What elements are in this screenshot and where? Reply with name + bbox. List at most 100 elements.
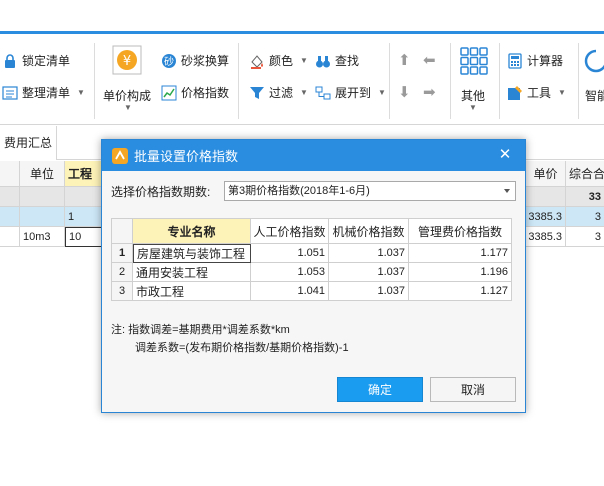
smart-icon [584, 49, 604, 76]
period-label: 选择价格指数期数: [111, 185, 211, 199]
labor-index-cell[interactable]: 1.041 [251, 282, 329, 301]
period-select[interactable]: 第3期价格指数(2018年1-6月) [224, 181, 516, 201]
column-header-management[interactable]: 管理费价格指数 [409, 218, 512, 244]
machine-index-cell[interactable]: 1.037 [329, 282, 409, 301]
discipline-name-cell[interactable]: 通用安装工程 [133, 263, 251, 282]
labor-index-cell[interactable]: 1.051 [251, 244, 329, 263]
formula-note-line-2: 调差系数=(发布期价格指数/基期价格指数)-1 [135, 342, 349, 354]
find-button[interactable]: 查找 [315, 52, 359, 69]
other-label: 其他 [461, 89, 486, 103]
tools-icon [507, 85, 523, 101]
price-index-icon [161, 85, 177, 101]
formula-note-line-1: 注: 指数调差=基期费用*调差系数*km [111, 324, 290, 336]
grid-cell [0, 207, 20, 227]
discipline-name-cell[interactable]: 市政工程 [133, 282, 251, 301]
ribbon-toolbar: 锁定清单 整理清单 ▼ ¥ 单价构成 ▼ 砂 砂浆换算 价格指数 颜色 ▼ 查找… [0, 37, 604, 125]
ok-button[interactable]: 确定 [337, 377, 423, 402]
tools-button[interactable]: 工具 ▼ [507, 84, 566, 101]
arrow-left-icon[interactable]: ⬅ [423, 51, 436, 69]
grid-cell: 3385.3 [526, 227, 566, 247]
management-index-cell[interactable]: 1.127 [409, 282, 512, 301]
dialog-body: 选择价格指数期数: 第3期价格指数(2018年1-6月) 专业名称 人工价格指数… [102, 171, 525, 412]
organize-list-icon [2, 85, 18, 101]
organize-list-button[interactable]: 整理清单 ▼ [2, 84, 85, 101]
cancel-button[interactable]: 取消 [430, 377, 516, 402]
expand-tree-icon [315, 85, 331, 101]
grid-cell: 33 [566, 187, 604, 207]
grid-cell: 10m3 [20, 227, 65, 247]
machine-index-cell[interactable]: 1.037 [329, 263, 409, 282]
header-corner [111, 218, 133, 244]
table-row[interactable]: 1 房屋建筑与装饰工程 1.051 1.037 1.177 [111, 244, 512, 263]
smart-label: 智能 [585, 89, 604, 103]
grid-header-composite[interactable]: 综合合 [566, 161, 604, 187]
management-index-cell[interactable]: 1.177 [409, 244, 512, 263]
close-icon[interactable]: ✕ [497, 147, 513, 163]
calculator-label: 计算器 [527, 54, 564, 68]
expand-to-label: 展开到 [335, 86, 372, 100]
price-index-button[interactable]: 价格指数 [161, 84, 229, 101]
chevron-down-icon: ▼ [558, 88, 566, 97]
mortar-conversion-button[interactable]: 砂 砂浆换算 [161, 52, 229, 69]
expand-to-button[interactable]: 展开到 ▼ [315, 84, 386, 101]
chevron-down-icon: ▼ [300, 88, 308, 97]
color-button[interactable]: 颜色 ▼ [249, 52, 308, 69]
column-header-machine[interactable]: 机械价格指数 [329, 218, 409, 244]
tools-label: 工具 [527, 86, 552, 100]
grid-header-engineering[interactable]: 工程 [65, 161, 105, 187]
smart-button[interactable]: 智能 [582, 43, 604, 113]
grid-cell [20, 207, 65, 227]
price-index-table-header: 专业名称 人工价格指数 机械价格指数 管理费价格指数 [111, 218, 512, 244]
svg-text:¥: ¥ [123, 54, 131, 69]
unit-price-structure-label: 单价构成 [103, 89, 152, 103]
divider [578, 43, 579, 119]
batch-price-index-dialog: 批量设置价格指数 ✕ 选择价格指数期数: 第3期价格指数(2018年1-6月) … [101, 139, 526, 413]
unit-price-structure-button[interactable]: ¥ 单价构成 ▼ [101, 43, 153, 113]
machine-index-cell[interactable]: 1.037 [329, 244, 409, 263]
chevron-down-icon: ▼ [124, 103, 132, 112]
chevron-down-icon: ▼ [300, 56, 308, 65]
organize-list-label: 整理清单 [22, 86, 71, 100]
arrow-right-icon[interactable]: ➡ [423, 83, 436, 101]
filter-button[interactable]: 过滤 ▼ [249, 84, 308, 101]
calculator-icon [507, 52, 523, 69]
grid-cell: 3385.3 [526, 207, 566, 227]
grid-cell [0, 187, 20, 207]
calculator-button[interactable]: 计算器 [507, 52, 563, 69]
grid-header-unit[interactable]: 单位 [20, 161, 65, 187]
chevron-down-icon: ▼ [77, 88, 85, 97]
arrow-up-icon[interactable]: ⬆ [398, 51, 411, 69]
paint-bucket-icon [249, 53, 265, 69]
mortar-conversion-label: 砂浆换算 [181, 54, 230, 68]
lock-icon [2, 53, 18, 69]
discipline-name-cell[interactable]: 房屋建筑与装饰工程 [133, 244, 251, 263]
table-row[interactable]: 2 通用安装工程 1.053 1.037 1.196 [111, 263, 512, 282]
management-index-cell[interactable]: 1.196 [409, 263, 512, 282]
other-button[interactable]: 其他 ▼ [454, 43, 494, 113]
svg-text:砂: 砂 [164, 55, 174, 68]
grid-cell [526, 187, 566, 207]
chevron-down-icon [504, 189, 510, 193]
grid-header-cell [0, 161, 20, 187]
arrow-down-icon[interactable]: ⬇ [398, 83, 411, 101]
grid-cell [65, 187, 105, 207]
dialog-title: 批量设置价格指数 [134, 149, 239, 164]
labor-index-cell[interactable]: 1.053 [251, 263, 329, 282]
dialog-title-bar[interactable]: 批量设置价格指数 ✕ [102, 140, 525, 171]
divider [238, 43, 239, 119]
binoculars-icon [315, 53, 331, 69]
lock-list-button[interactable]: 锁定清单 [2, 52, 70, 69]
divider [450, 43, 451, 119]
column-header-labor[interactable]: 人工价格指数 [251, 218, 329, 244]
divider [499, 43, 500, 119]
grid-cell-editing[interactable]: 10 [65, 227, 105, 247]
column-header-discipline[interactable]: 专业名称 [133, 218, 251, 244]
grid-apps-icon [460, 47, 488, 78]
divider [94, 43, 95, 119]
app-logo-icon [112, 147, 128, 164]
grid-header-unit-price[interactable]: 单价 [526, 161, 566, 187]
table-row[interactable]: 3 市政工程 1.041 1.037 1.127 [111, 282, 512, 301]
price-index-label: 价格指数 [181, 86, 230, 100]
period-select-value: 第3期价格指数(2018年1-6月) [228, 185, 370, 197]
tab-fee-summary[interactable]: 费用汇总 [0, 126, 58, 160]
